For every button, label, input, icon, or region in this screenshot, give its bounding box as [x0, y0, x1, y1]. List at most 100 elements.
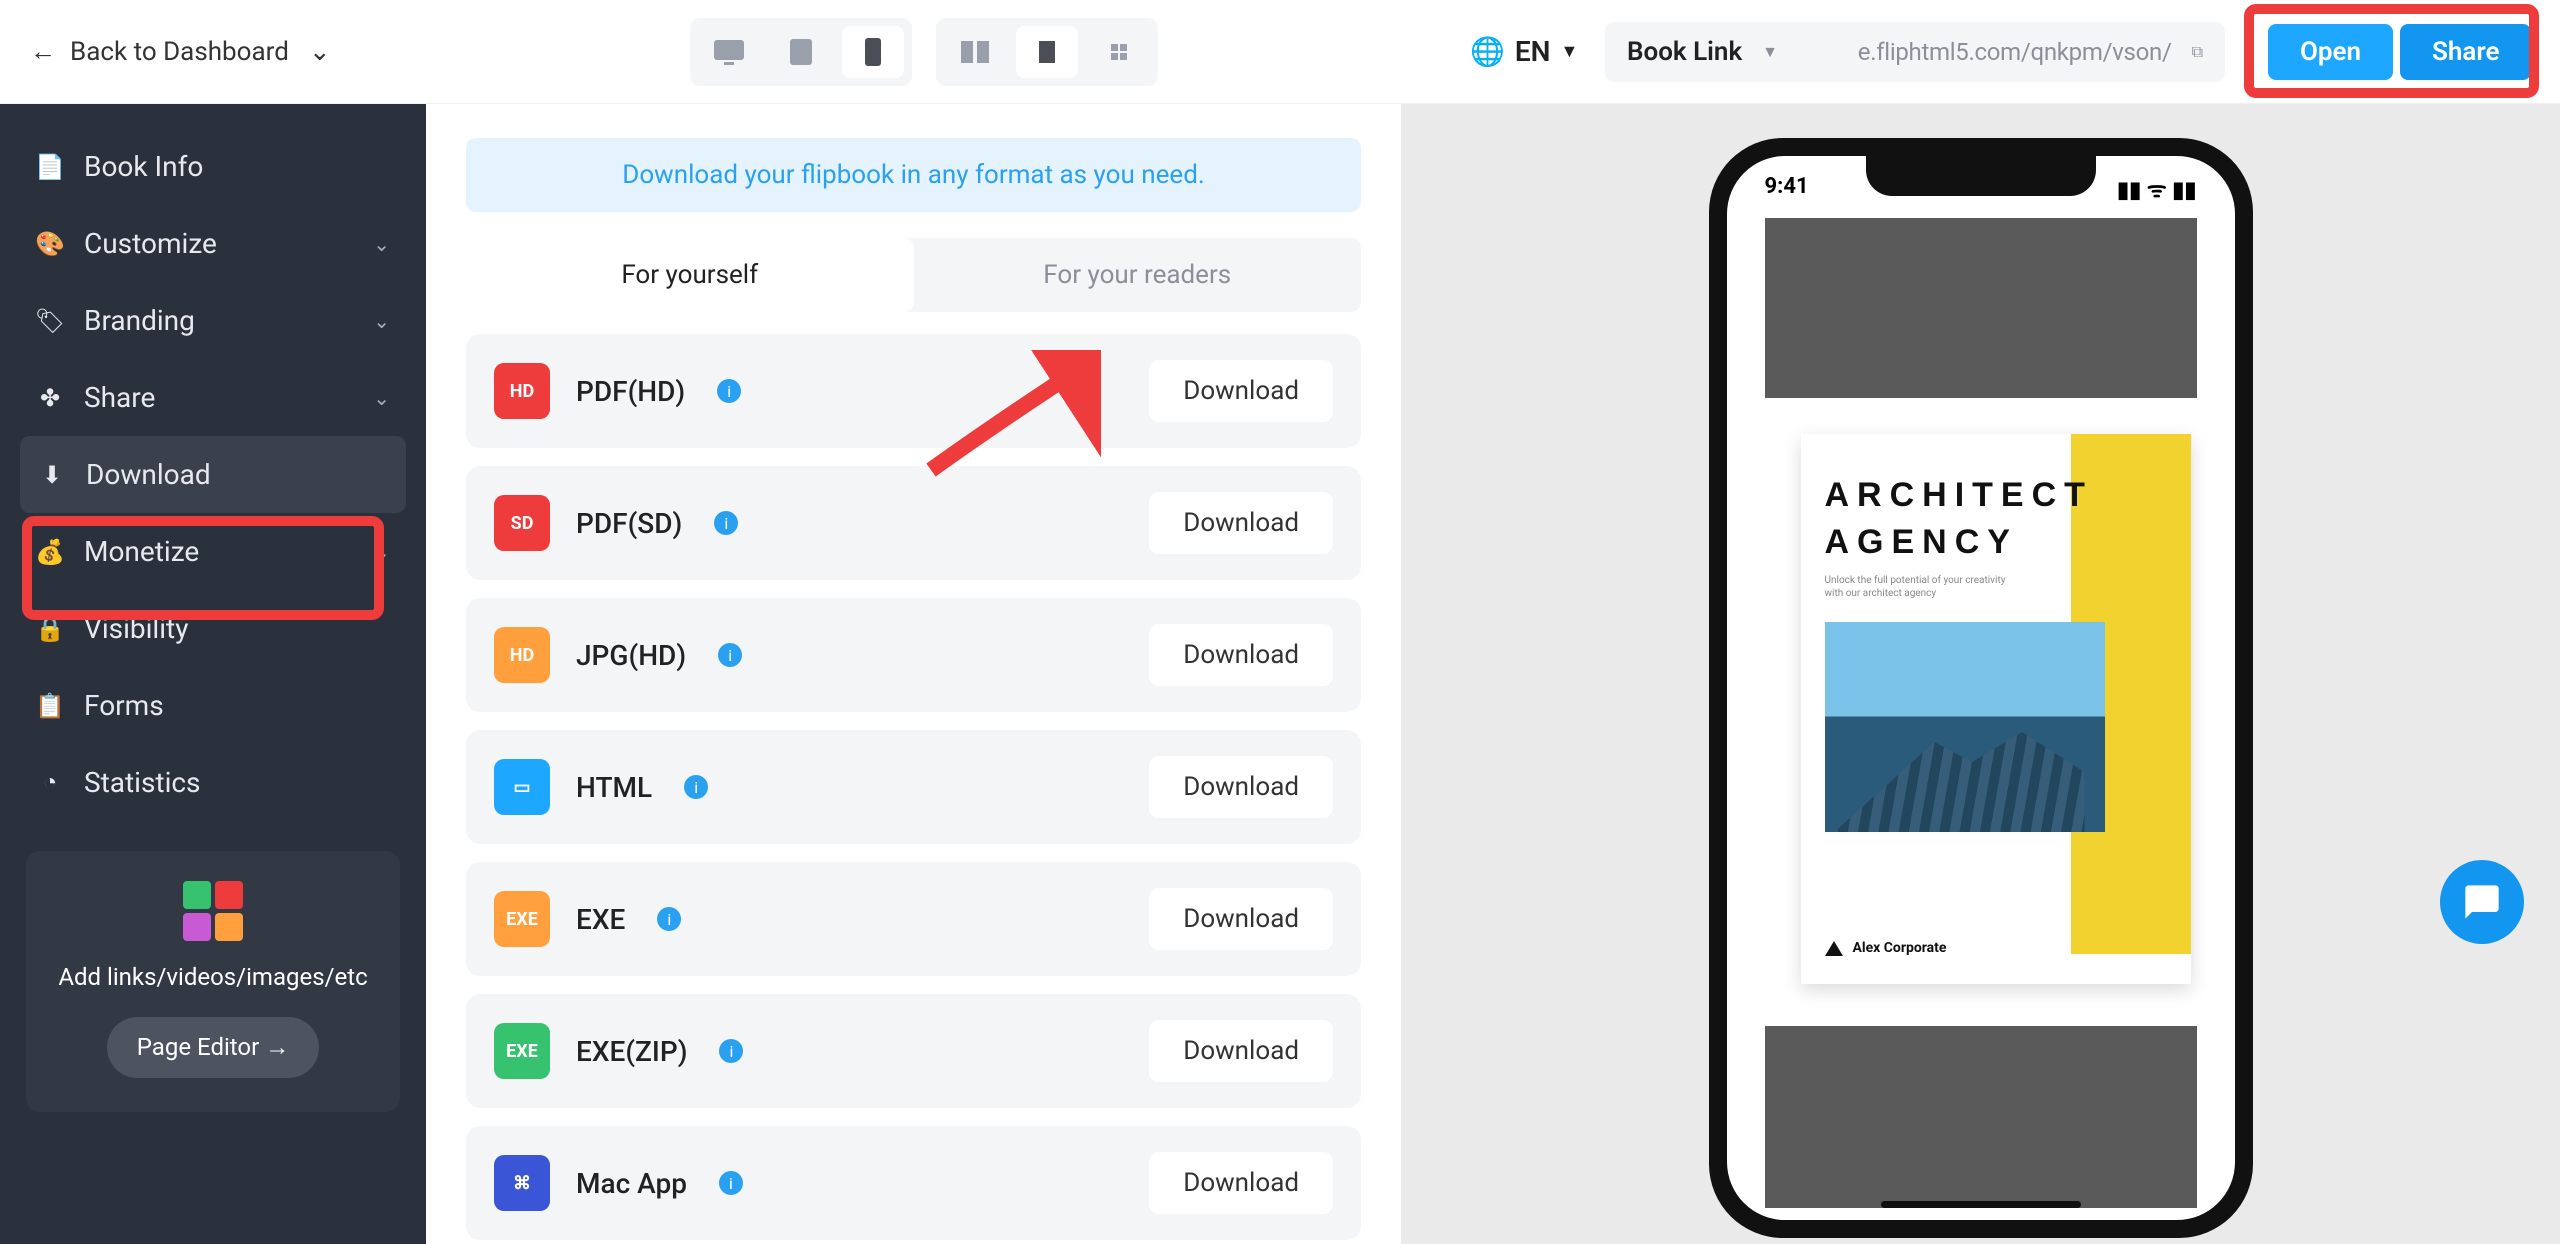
- info-icon[interactable]: i: [684, 775, 708, 799]
- format-label: EXE(ZIP): [576, 1035, 687, 1068]
- cover-title-2: AGENCY: [1825, 523, 2191, 562]
- status-icons: ▮▮ ᯤ ▮▮: [2117, 174, 2196, 204]
- arrow-left-icon: ←: [30, 36, 56, 67]
- page-layout-group: [936, 18, 1158, 86]
- sidebar-label: Visibility: [84, 612, 188, 645]
- format-row: EXE EXE(ZIP) i Download: [466, 994, 1361, 1108]
- preview-strip-bottom: [1765, 1026, 2197, 1208]
- download-button[interactable]: Download: [1149, 1020, 1333, 1082]
- download-button[interactable]: Download: [1149, 624, 1333, 686]
- download-button[interactable]: Download: [1149, 1152, 1333, 1214]
- spread-view-button[interactable]: [944, 26, 1006, 78]
- info-icon[interactable]: i: [719, 1039, 743, 1063]
- brand-name: Alex Corporate: [1853, 940, 1947, 956]
- status-time: 9:41: [1765, 174, 1809, 204]
- sidebar-item-customize[interactable]: 🎨Customize⌄: [0, 205, 426, 282]
- info-icon[interactable]: i: [718, 643, 742, 667]
- chevron-down-icon: ⌄: [373, 540, 390, 564]
- info-icon[interactable]: i: [719, 1171, 743, 1195]
- format-row: ⌘ Mac App i Download: [466, 1126, 1361, 1240]
- chevron-down-icon: ⌄: [373, 232, 390, 256]
- sidebar-label: Monetize: [84, 535, 199, 568]
- download-tabs: For yourself For your readers: [466, 238, 1361, 312]
- single-page-button[interactable]: [1016, 26, 1078, 78]
- chevron-down-icon: ⌄: [373, 386, 390, 410]
- copy-icon[interactable]: ⧉: [2192, 42, 2203, 62]
- format-label: PDF(HD): [576, 375, 685, 408]
- tablet-view-button[interactable]: [770, 26, 832, 78]
- download-button[interactable]: Download: [1149, 492, 1333, 554]
- share-icon: ✤: [36, 384, 64, 412]
- sidebar-item-book-info[interactable]: 📄 Book Info: [0, 128, 426, 205]
- download-icon: ⬇: [38, 461, 66, 489]
- sidebar-item-visibility[interactable]: 🔒 Visibility: [0, 590, 426, 667]
- chevron-down-icon: ⌄: [373, 309, 390, 333]
- download-button[interactable]: Download: [1149, 888, 1333, 950]
- chevron-down-icon: ▼: [1762, 42, 1778, 62]
- download-button[interactable]: Download: [1149, 756, 1333, 818]
- mobile-view-button[interactable]: [842, 26, 904, 78]
- info-icon[interactable]: i: [657, 907, 681, 931]
- language-selector[interactable]: 🌐 EN ▼: [1470, 35, 1578, 68]
- format-icon: SD: [494, 495, 550, 551]
- sidebar-label: Forms: [84, 689, 164, 722]
- device-view-group: [690, 18, 912, 86]
- phone-frame: 9:41 ▮▮ ᯤ ▮▮ ARCHITECT AGENCY Unlock the…: [1709, 138, 2253, 1238]
- sidebar-item-download[interactable]: ⬇Download: [20, 436, 406, 513]
- auto-layout-button[interactable]: [1088, 26, 1150, 78]
- info-icon[interactable]: i: [714, 511, 738, 535]
- flipbook-cover[interactable]: ARCHITECT AGENCY Unlock the full potenti…: [1801, 434, 2191, 984]
- chart-icon: ◔: [36, 769, 64, 797]
- preview-pane: 9:41 ▮▮ ᯤ ▮▮ ARCHITECT AGENCY Unlock the…: [1401, 104, 2560, 1244]
- format-row: HD PDF(HD) i Download: [466, 334, 1361, 448]
- cover-title-1: ARCHITECT: [1825, 476, 2191, 515]
- sidebar-item-forms[interactable]: 📋Forms: [0, 667, 426, 744]
- sidebar-item-share[interactable]: ✤Share⌄: [0, 359, 426, 436]
- download-button[interactable]: Download: [1149, 360, 1333, 422]
- chevron-down-icon: ▼: [1560, 41, 1578, 62]
- format-icon: ▭: [494, 759, 550, 815]
- format-label: Mac App: [576, 1167, 687, 1200]
- phone-statusbar: 9:41 ▮▮ ᯤ ▮▮: [1727, 174, 2235, 204]
- share-button[interactable]: Share: [2400, 24, 2531, 80]
- open-button[interactable]: Open: [2268, 24, 2393, 80]
- promo-text: Add links/videos/images/etc: [46, 963, 380, 991]
- phone-screen: 9:41 ▮▮ ᯤ ▮▮ ARCHITECT AGENCY Unlock the…: [1727, 156, 2235, 1220]
- sidebar-item-statistics[interactable]: ◔ Statistics: [0, 744, 426, 821]
- sidebar-label: Branding: [84, 304, 195, 337]
- format-label: PDF(SD): [576, 507, 682, 540]
- chevron-down-icon: ⌄: [309, 37, 331, 67]
- page-editor-button[interactable]: Page Editor →: [107, 1017, 319, 1078]
- info-icon[interactable]: i: [717, 379, 741, 403]
- cover-brand: Alex Corporate: [1825, 940, 1947, 956]
- palette-icon: 🎨: [36, 230, 64, 258]
- book-link-field[interactable]: Book Link ▼ e.fliphtml5.com/qnkpm/vson/ …: [1605, 22, 2225, 82]
- format-icon: HD: [494, 363, 550, 419]
- home-indicator: [1881, 1201, 2081, 1208]
- book-link-url: e.fliphtml5.com/qnkpm/vson/: [1858, 38, 2172, 66]
- sidebar-item-branding[interactable]: 🏷Branding⌄: [0, 282, 426, 359]
- desktop-view-button[interactable]: [698, 26, 760, 78]
- sidebar: 📄Book Info 🎨Customize⌄ 🏷Branding⌄ ✤Share…: [0, 104, 426, 1244]
- download-panel: Download your flipbook in any format as …: [426, 104, 1401, 1244]
- format-row: HD JPG(HD) i Download: [466, 598, 1361, 712]
- format-label: EXE: [576, 903, 625, 936]
- format-row: ▭ HTML i Download: [466, 730, 1361, 844]
- promo-icons: [183, 881, 243, 941]
- tab-for-readers[interactable]: For your readers: [914, 238, 1362, 312]
- chat-fab[interactable]: [2440, 860, 2524, 944]
- format-row: EXE EXE i Download: [466, 862, 1361, 976]
- sidebar-label: Statistics: [84, 766, 201, 799]
- brand-logo-icon: [1825, 941, 1843, 956]
- file-icon: 📄: [36, 153, 64, 181]
- book-link-label: Book Link: [1627, 37, 1742, 67]
- format-label: HTML: [576, 771, 652, 804]
- format-icon: HD: [494, 627, 550, 683]
- sidebar-item-monetize[interactable]: 💰Monetize⌄: [0, 513, 426, 590]
- back-to-dashboard[interactable]: ← Back to Dashboard ⌄: [30, 36, 331, 67]
- sidebar-label: Book Info: [84, 150, 203, 183]
- lock-icon: 🔒: [36, 615, 64, 643]
- tab-for-yourself[interactable]: For yourself: [466, 238, 914, 312]
- preview-strip-top: [1765, 218, 2197, 398]
- back-label: Back to Dashboard: [70, 37, 289, 67]
